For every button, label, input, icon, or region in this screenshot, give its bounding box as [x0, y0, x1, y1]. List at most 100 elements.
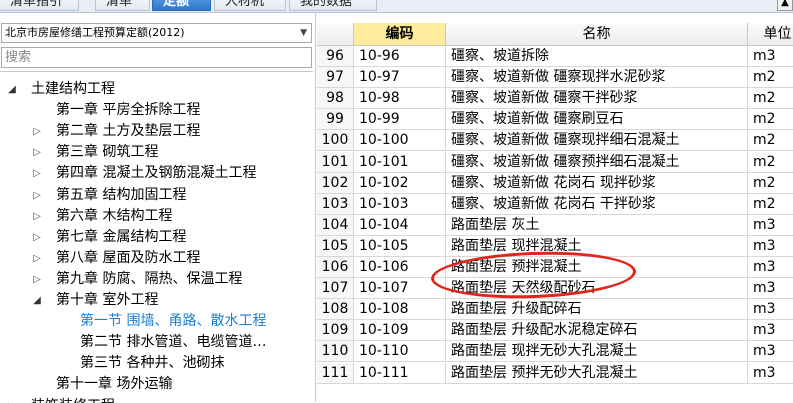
code-cell: 10-108: [354, 299, 446, 319]
collapsed-triangle-icon[interactable]: ▷: [31, 206, 43, 227]
table-row[interactable]: 10810-108路面垫层 升级配碎石m3: [317, 299, 793, 320]
unit-cell: m3: [748, 46, 793, 66]
collapsed-triangle-icon[interactable]: ▷: [31, 142, 43, 163]
chevron-down-icon[interactable]: ▼: [300, 24, 307, 42]
row-number-cell: 97: [317, 67, 354, 87]
name-cell: 路面垫层 天然级配砂石: [446, 278, 748, 298]
code-cell: 10-109: [354, 320, 446, 340]
row-number-cell: 109: [317, 320, 354, 340]
code-cell: 10-111: [354, 363, 446, 383]
table-row[interactable]: 10110-101礓察、坡道新做 礓察预拌细石混凝土m2: [317, 152, 793, 173]
unit-cell: m2: [748, 194, 793, 214]
name-cell: 礓察、坡道新做 礓察干拌砂浆: [446, 88, 748, 108]
expanded-triangle-icon[interactable]: ◢: [31, 290, 43, 311]
unit-cell: m2: [748, 109, 793, 129]
table-row[interactable]: 9810-98礓察、坡道新做 礓察干拌砂浆m2: [317, 88, 793, 109]
name-cell: 礓察、坡道新做 礓察刷豆石: [446, 109, 748, 129]
tree-node-label: 第四章 混凝土及钢筋混凝土工程: [56, 163, 256, 184]
table-row[interactable]: 10910-109路面垫层 升级配水泥稳定碎石m3: [317, 320, 793, 341]
table-row[interactable]: 10410-104路面垫层 灰土m3: [317, 215, 793, 236]
collapsed-triangle-icon[interactable]: ▷: [31, 248, 43, 269]
tree-node[interactable]: ▷第三章 砌筑工程: [0, 142, 313, 163]
name-cell: 礓察、坡道新做 花岗石 干拌砂浆: [446, 194, 748, 214]
tree-node[interactable]: ◢ 土建结构工程: [0, 79, 313, 100]
collapsed-triangle-icon[interactable]: ▷: [31, 227, 43, 248]
tree-node-label: 土建结构工程: [31, 79, 115, 100]
tree-node-label: 第一节 围墙、甬路、散水工程: [80, 311, 266, 332]
tab-bar: 清单指引 清单 定额 人材机 我的数据 ▲: [0, 0, 793, 13]
tree-node[interactable]: ◢第十章 室外工程: [0, 290, 313, 311]
table-row[interactable]: 10610-106路面垫层 预拌混凝土m3: [317, 257, 793, 278]
row-number-cell: 105: [317, 236, 354, 256]
tree-node[interactable]: 第一章 平房全拆除工程: [0, 100, 313, 121]
row-number-cell: 108: [317, 299, 354, 319]
row-number-cell: 101: [317, 152, 354, 172]
collapsed-triangle-icon[interactable]: ▷: [31, 163, 43, 184]
tree-node[interactable]: ▷ 第八章 屋面及防水工程: [0, 248, 313, 269]
search-input[interactable]: [1, 47, 312, 68]
unit-cell: m3: [748, 257, 793, 277]
name-cell: 路面垫层 现拌混凝土: [446, 236, 748, 256]
row-number-cell: 104: [317, 215, 354, 235]
collapsed-triangle-icon[interactable]: ▷: [31, 185, 43, 206]
tab-my-data[interactable]: 我的数据: [289, 0, 377, 11]
library-select[interactable]: 北京市房屋修缮工程预算定额(2012) ▼: [1, 23, 312, 43]
tree-node[interactable]: 第十一章 场外运输: [0, 374, 313, 395]
tree-node-label: 第九章 防腐、隔热、保温工程: [56, 269, 242, 290]
name-cell: 路面垫层 升级配水泥稳定碎石: [446, 320, 748, 340]
tab-quota[interactable]: 定额: [152, 0, 211, 11]
collapsed-triangle-icon[interactable]: ▷: [31, 121, 43, 142]
table-row[interactable]: 9910-99礓察、坡道新做 礓察刷豆石m2: [317, 109, 793, 130]
tree-node[interactable]: ▷ 第九章 防腐、隔热、保温工程: [0, 269, 313, 290]
table-row[interactable]: 10310-103礓察、坡道新做 花岗石 干拌砂浆m2: [317, 194, 793, 215]
name-cell: 路面垫层 升级配碎石: [446, 299, 748, 319]
tree-node[interactable]: ▷ 第四章 混凝土及钢筋混凝土工程: [0, 163, 313, 184]
tree-node[interactable]: 第一节 围墙、甬路、散水工程: [0, 311, 313, 332]
tree-node[interactable]: ▷第七章 金属结构工程: [0, 227, 313, 248]
row-number-header: [317, 23, 354, 45]
code-cell: 10-97: [354, 67, 446, 87]
unit-cell: m3: [748, 299, 793, 319]
quota-grid: 编码 名称 单位 9610-96礓察、坡道拆除m39710-97礓察、坡道新做 …: [317, 13, 793, 402]
table-row[interactable]: 9710-97礓察、坡道新做 礓察现拌水泥砂浆m2: [317, 67, 793, 88]
tree-node-label: 第一章 平房全拆除工程: [56, 100, 200, 121]
name-cell: 路面垫层 预拌无砂大孔混凝土: [446, 363, 748, 383]
table-row[interactable]: 9610-96礓察、坡道拆除m3: [317, 46, 793, 67]
unit-column-header[interactable]: 单位: [748, 23, 793, 45]
grid-header: 编码 名称 单位: [317, 23, 793, 46]
unit-cell: m2: [748, 152, 793, 172]
name-cell: 路面垫层 现拌无砂大孔混凝土: [446, 341, 748, 361]
unit-cell: m3: [748, 320, 793, 340]
unit-cell: m3: [748, 341, 793, 361]
table-row[interactable]: 10010-100礓察、坡道新做 礓察现拌细石混凝土m2: [317, 130, 793, 151]
tab-labor-material-machine[interactable]: 人材机: [214, 0, 286, 11]
tree-node[interactable]: 第二节 排水管道、电缆管道…: [0, 332, 313, 353]
code-cell: 10-106: [354, 257, 446, 277]
expanded-triangle-icon[interactable]: ◢: [6, 79, 18, 100]
unit-cell: m3: [748, 215, 793, 235]
table-row[interactable]: 10510-105路面垫层 现拌混凝土m3: [317, 236, 793, 257]
name-cell: 礓察、坡道拆除: [446, 46, 748, 66]
code-cell: 10-100: [354, 130, 446, 150]
tree-node-label: 第八章 屋面及防水工程: [56, 248, 200, 269]
tree-node-label: 第二章 土方及垫层工程: [56, 121, 200, 142]
code-cell: 10-101: [354, 152, 446, 172]
tree-node[interactable]: 第三节 各种井、池砌抹: [0, 353, 313, 374]
row-number-cell: 110: [317, 341, 354, 361]
unit-cell: m3: [748, 278, 793, 298]
tab-list-guide[interactable]: 清单指引: [0, 0, 79, 11]
table-row[interactable]: 11110-111路面垫层 预拌无砂大孔混凝土m3: [317, 363, 793, 384]
code-column-header[interactable]: 编码: [354, 23, 446, 45]
table-row[interactable]: 11010-110路面垫层 现拌无砂大孔混凝土m3: [317, 341, 793, 362]
up-arrow-icon[interactable]: ▲: [777, 0, 793, 11]
table-row[interactable]: 10710-107路面垫层 天然级配砂石m3: [317, 278, 793, 299]
tree-node[interactable]: ▷ 第二章 土方及垫层工程: [0, 121, 313, 142]
collapsed-triangle-icon[interactable]: ▷: [31, 269, 43, 290]
unit-cell: m2: [748, 88, 793, 108]
tree-node[interactable]: ▷第五章 结构加固工程: [0, 185, 313, 206]
tab-list[interactable]: 清单: [95, 0, 150, 11]
table-row[interactable]: 10210-102礓察、坡道新做 花岗石 现拌砂浆m2: [317, 173, 793, 194]
tree-node[interactable]: ▷第六章 木结构工程: [0, 206, 313, 227]
row-number-cell: 103: [317, 194, 354, 214]
name-column-header[interactable]: 名称: [446, 23, 748, 45]
